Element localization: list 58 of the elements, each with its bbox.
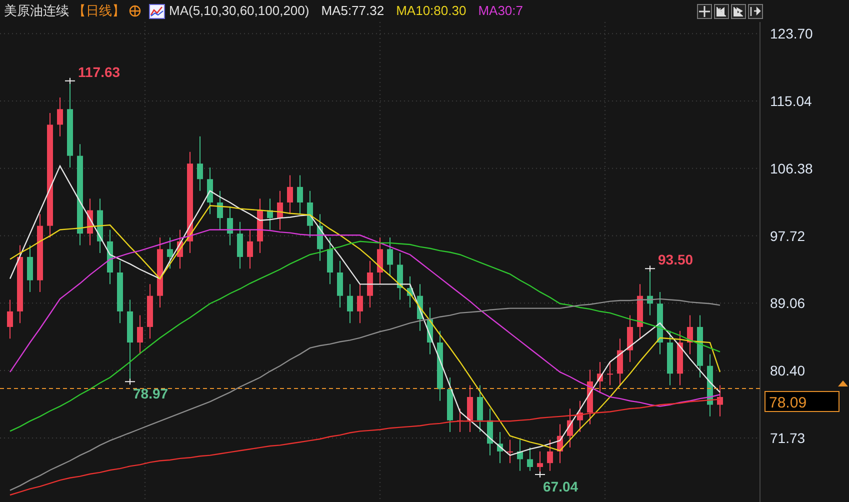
- candlestick: [327, 236, 333, 285]
- ma-value: MA10:80.30: [396, 2, 466, 20]
- candlestick: [377, 236, 383, 285]
- candlestick: [357, 284, 363, 324]
- axis-label: 80.40: [770, 362, 806, 379]
- candlestick: [57, 96, 63, 137]
- candlestick: [237, 221, 243, 270]
- axis-label: 106.38: [770, 160, 813, 176]
- line-chart-icon[interactable]: [149, 4, 165, 18]
- axis-label: 115.04: [770, 93, 812, 110]
- ma-value: MA5:77.32: [321, 2, 384, 20]
- high-label: 117.63: [78, 64, 120, 80]
- price-tag-label: 78.09: [769, 394, 807, 412]
- candlestick: [307, 190, 313, 238]
- axis-label: 71.73: [770, 430, 806, 446]
- candlestick: [207, 166, 213, 215]
- candlestick: [7, 299, 13, 340]
- candlestick: [467, 384, 473, 432]
- end-icon[interactable]: [748, 4, 763, 18]
- axis-label: 97.72: [770, 228, 806, 244]
- candlestick: [167, 236, 173, 270]
- high-label: 93.50: [658, 252, 694, 268]
- marker-icon: [64, 77, 76, 84]
- candlestick: [507, 439, 513, 464]
- instrument-title: 美原油连续: [4, 2, 69, 20]
- candlestick: [617, 338, 623, 386]
- arrow-up-icon: [838, 380, 848, 386]
- marker-icon: [534, 470, 546, 478]
- candlestick: [347, 284, 353, 324]
- play-icon[interactable]: [731, 4, 746, 18]
- candlestick: [27, 244, 33, 292]
- candlestick: [297, 174, 303, 215]
- crosshair-icon[interactable]: [129, 5, 141, 17]
- move-icon[interactable]: [697, 4, 712, 18]
- marker-icon: [124, 378, 136, 386]
- candlestick: [247, 229, 253, 270]
- indicator-label: MA(5,10,30,60,100,200): [169, 2, 310, 20]
- low-label: 67.04: [543, 478, 578, 494]
- candlestick: [227, 206, 233, 246]
- candlestick: [217, 190, 223, 230]
- candlestick: [287, 174, 293, 215]
- axis-label: 89.06: [770, 295, 806, 312]
- candlestick: [337, 260, 343, 308]
- candlestick: [527, 447, 533, 472]
- candlestick: [717, 384, 723, 417]
- low-label: 78.97: [133, 386, 168, 402]
- candlestick: [627, 314, 633, 362]
- candlestick: [477, 384, 483, 432]
- candlestick: [387, 236, 393, 277]
- ma-value: MA30:7: [478, 2, 524, 20]
- axis-label: 123.70: [770, 26, 813, 42]
- candlestick: [367, 260, 373, 308]
- candlestick: [547, 439, 553, 472]
- candlestick: [197, 136, 203, 192]
- marker-icon: [644, 265, 656, 272]
- candlestick: [137, 314, 143, 355]
- candlestick: [607, 361, 613, 386]
- period-label[interactable]: 【日线】: [73, 1, 125, 21]
